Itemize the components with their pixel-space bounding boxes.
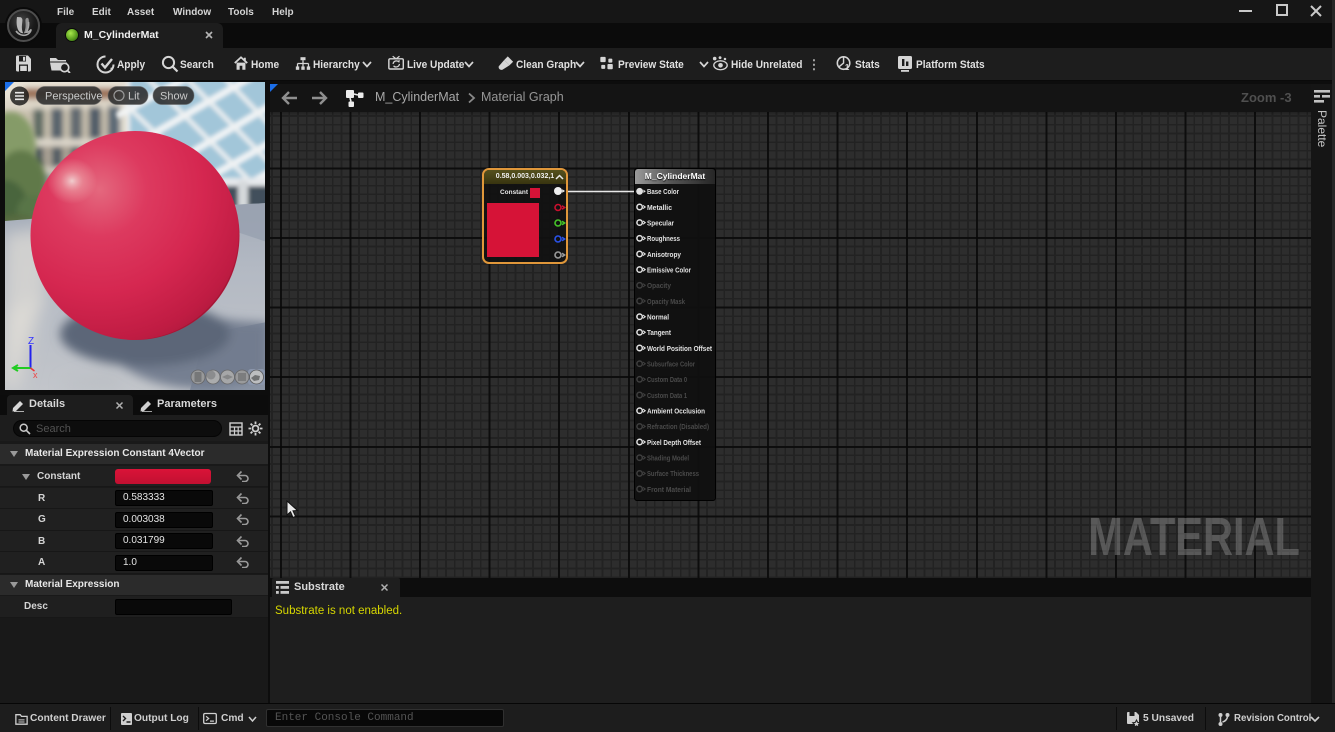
svg-text:Roughness: Roughness bbox=[647, 234, 680, 243]
svg-text:Subsurface Color: Subsurface Color bbox=[647, 360, 695, 369]
svg-text:1: 1 bbox=[845, 63, 850, 72]
svg-text:Front Material: Front Material bbox=[647, 485, 691, 494]
svg-text:Metallic: Metallic bbox=[647, 203, 672, 212]
svg-text:Surface Thickness: Surface Thickness bbox=[647, 469, 699, 478]
svg-text:Base Color: Base Color bbox=[647, 187, 679, 196]
svg-text:Perspective: Perspective bbox=[45, 91, 102, 103]
svg-text:Lit: Lit bbox=[128, 91, 140, 103]
svg-text:Opacity: Opacity bbox=[647, 281, 671, 290]
svg-text:Show: Show bbox=[160, 91, 188, 103]
svg-text:Z: Z bbox=[28, 336, 34, 347]
svg-text:Anisotropy: Anisotropy bbox=[647, 250, 681, 259]
svg-text:Ambient Occlusion: Ambient Occlusion bbox=[647, 407, 705, 416]
svg-text:Emissive Color: Emissive Color bbox=[647, 265, 691, 274]
svg-text:Custom Data 1: Custom Data 1 bbox=[647, 391, 687, 400]
svg-text:Custom Data 0: Custom Data 0 bbox=[647, 375, 687, 384]
svg-text:Pixel Depth Offset: Pixel Depth Offset bbox=[647, 438, 702, 447]
svg-text:x: x bbox=[33, 370, 38, 380]
svg-text:Opacity Mask: Opacity Mask bbox=[647, 297, 685, 306]
svg-text:Shading Model: Shading Model bbox=[647, 454, 689, 463]
svg-text:Normal: Normal bbox=[647, 313, 669, 322]
svg-text:Refraction (Disabled): Refraction (Disabled) bbox=[647, 422, 710, 431]
svg-text:Tangent: Tangent bbox=[647, 328, 672, 337]
svg-text:World Position Offset: World Position Offset bbox=[647, 344, 713, 353]
svg-text:Specular: Specular bbox=[647, 218, 674, 227]
